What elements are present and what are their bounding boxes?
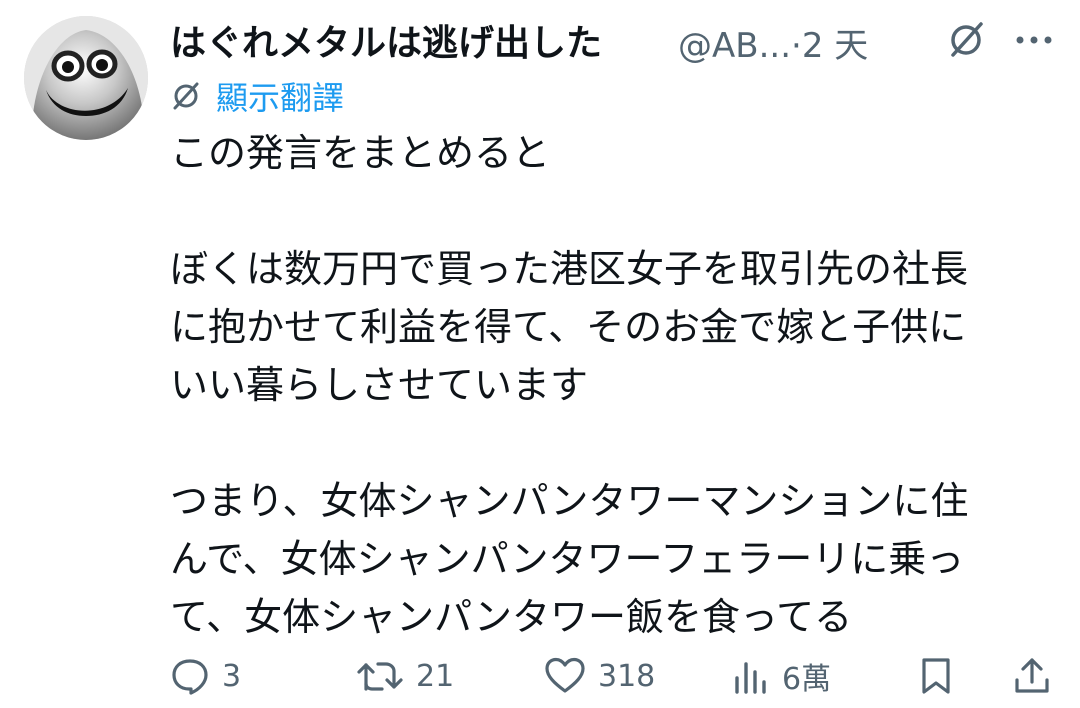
bar-chart-icon — [735, 662, 766, 694]
body-line: に抱かせて利益を得て、そのお金で嫁と子供に — [170, 305, 967, 349]
like-count: 318 — [598, 658, 656, 694]
views-button[interactable]: 6萬 — [732, 648, 831, 704]
separator-dot: · — [791, 26, 802, 66]
grok-icon[interactable] — [944, 18, 988, 62]
show-translation-link[interactable]: 顯示翻譯 — [170, 74, 344, 118]
avatar[interactable] — [24, 16, 148, 140]
share-button[interactable] — [1012, 648, 1052, 704]
like-button[interactable]: 318 — [544, 648, 655, 704]
handle-and-time: @AB...·2 天 — [678, 18, 868, 67]
post-time[interactable]: 2 天 — [802, 26, 868, 66]
show-translation-label: 顯示翻譯 — [216, 79, 345, 117]
body-line: ぼくは数万円で買った港区女子を取引先の社長 — [170, 247, 969, 291]
body-line: いい暮らしさせています — [170, 363, 589, 407]
tweet-header: はぐれメタルは逃げ出した @AB...·2 天 — [170, 10, 1060, 67]
grok-translate-icon — [173, 82, 199, 110]
reply-button[interactable]: 3 — [170, 648, 241, 704]
reply-count: 3 — [222, 658, 242, 694]
body-line: この発言をまとめると — [170, 131, 551, 175]
repost-arrows-icon — [357, 662, 403, 691]
bookmark-button[interactable] — [918, 648, 954, 704]
tweet-body: この発言をまとめると ぼくは数万円で買った港区女子を取引先の社長 に抱かせて利益… — [170, 124, 1060, 646]
body-line: て、女体シャンパンタワー飯を食ってる — [170, 595, 853, 639]
repost-button[interactable]: 21 — [356, 648, 454, 704]
display-name[interactable]: はぐれメタルは逃げ出した — [170, 14, 602, 66]
heart-icon — [545, 657, 585, 693]
body-line: つまり、女体シャンパンタワーマンションに住 — [170, 479, 969, 523]
view-count: 6萬 — [782, 662, 832, 697]
repost-count: 21 — [416, 658, 455, 694]
action-bar: 3 21 318 6萬 — [166, 648, 1056, 704]
metal-slime-avatar-icon — [24, 16, 148, 140]
more-dots-icon[interactable] — [1012, 26, 1056, 54]
share-upload-icon — [1015, 658, 1049, 693]
reply-bubble-icon — [172, 659, 208, 695]
body-blank-line — [170, 414, 1060, 472]
body-line: んで、女体シャンパンタワーフェラーリに乗っ — [170, 537, 965, 581]
bookmark-icon — [922, 658, 950, 694]
user-handle[interactable]: @AB... — [678, 26, 791, 66]
body-blank-line — [170, 182, 1060, 240]
